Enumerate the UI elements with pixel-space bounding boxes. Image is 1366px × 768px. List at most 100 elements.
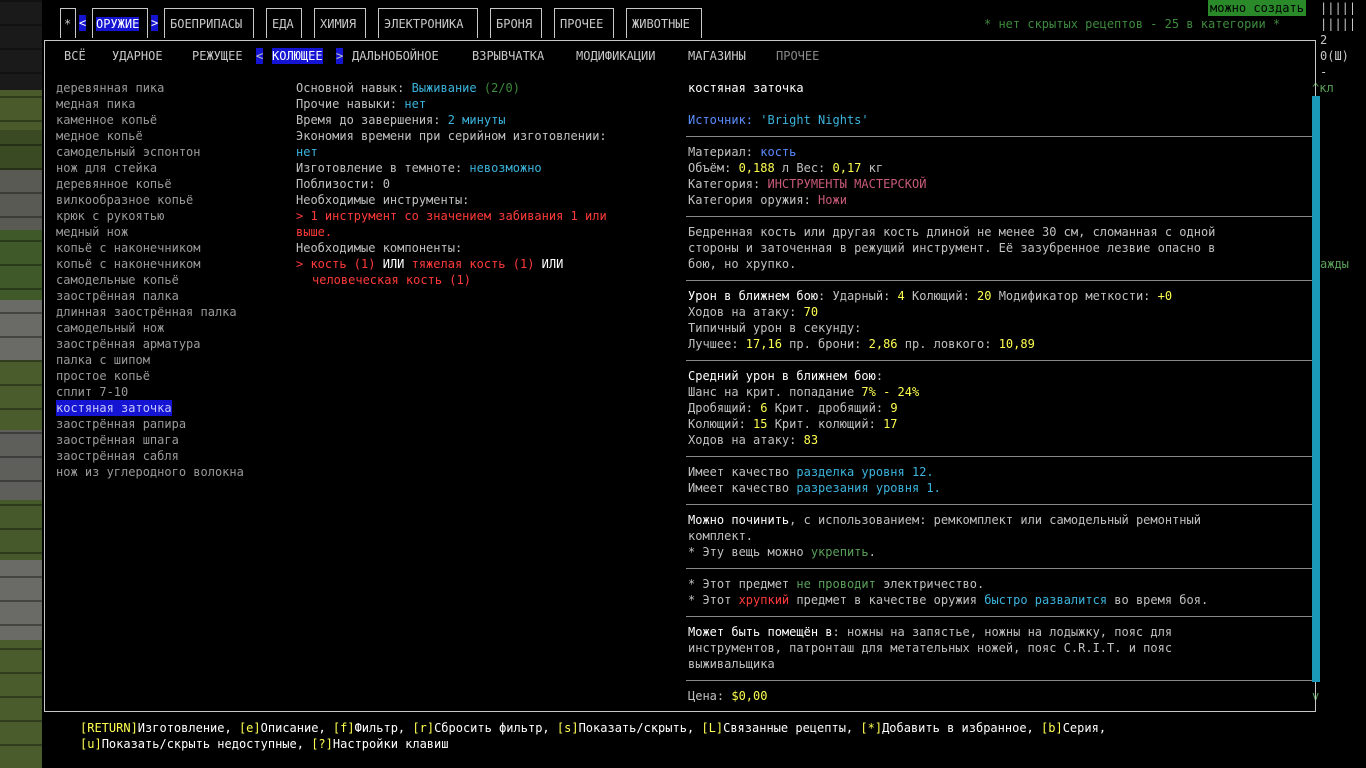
subtab-other[interactable]: ПРОЧЕЕ [776,48,819,64]
label: во время боя. [1107,593,1209,607]
recipe-list-item[interactable]: заострённая шпага [56,432,244,448]
tab-electronics[interactable]: ЭЛЕКТРОНИКА [378,8,478,38]
subtab-mods[interactable]: МОДИФИКАЦИИ [576,48,655,64]
key-hints-line: [RETURN]Изготовление, [e]Описание, [f]Фи… [80,720,1106,736]
recipe-list-item[interactable]: палка с шипом [56,352,244,368]
recipe-list-item[interactable]: крюк с рукоятью [56,208,244,224]
tab-food[interactable]: ЕДА [266,8,302,38]
hotkey[interactable]: [RETURN] [80,721,138,735]
tab-other[interactable]: ПРОЧЕЕ [554,8,614,38]
recipe-name: самодельный нож [56,321,165,335]
recipe-list-item[interactable]: нож для стейка [56,160,244,176]
hotkey[interactable]: [b] [1041,721,1063,735]
hotkey[interactable]: [f] [333,721,355,735]
hotkey[interactable]: [e] [239,721,261,735]
pierce-value: 15 [753,417,768,431]
tab-ammo[interactable]: БОЕПРИПАСЫ [164,8,254,38]
recipe-list-item[interactable]: медный нож [56,224,244,240]
batch-value-row: нет [296,144,656,160]
recipe-list-item[interactable]: самодельный нож [56,320,244,336]
holster-row-cont: инструментов, патронташ для метательных … [688,641,1173,655]
tab-chemistry[interactable]: ХИМИЯ [314,8,366,38]
label: кг [861,161,884,175]
material-row: Материал: кость [688,144,1312,160]
pierce-row: Колющий: 15 Крит. колющий: 17 [688,416,1312,432]
recipe-list-item[interactable]: заострённая рапира [56,416,244,432]
recipe-list-item[interactable]: деревянное копьё [56,176,244,192]
quality-value: разрезания уровня 1 [796,481,934,495]
nearby-row: Поблизости: 0 [296,176,656,192]
hotkey[interactable]: [s] [557,721,579,735]
label: Экономия времени при серийном изготовлен… [296,129,607,143]
recipe-list-item[interactable]: медное копьё [56,128,244,144]
recipe-list-item[interactable]: каменное копьё [56,112,244,128]
recipe-list-item[interactable]: заострённая сабля [56,448,244,464]
recipe-list-item[interactable]: вилкообразное копьё [56,192,244,208]
subtab-scroll-left[interactable]: < [256,48,264,64]
tab-label: ХИМИЯ [320,17,357,31]
info-scrollbar[interactable] [1312,96,1320,682]
divider [686,360,1312,361]
label: . [933,481,941,495]
tab-favorites[interactable]: * [60,8,76,38]
time-row: Время до завершения: 2 минуты [296,112,656,128]
recipe-list-item[interactable]: простое копьё [56,368,244,384]
primary-skill: Выживание [411,81,477,95]
recipe-list-item[interactable]: самодельные копьё [56,272,244,288]
recipe-list-item[interactable]: нож из углеродного волокна [56,464,244,480]
recipe-list-item[interactable]: копьё с наконечником [56,256,244,272]
subtab-bash[interactable]: УДАРНОЕ [112,48,163,64]
source-value: 'Bright Nights' [760,113,869,127]
recipe-requirements: Основной навык: Выживание (2/0) Прочие н… [296,80,656,288]
hotkey[interactable]: [r] [412,721,434,735]
holster-row: Может быть помещён в: ножны на запястье,… [688,624,1312,640]
hotkey-action: Серия, [1062,721,1107,735]
hotkey[interactable]: [L] [701,721,723,735]
hotkey-action: Изготовление, [137,721,239,735]
hotkey[interactable]: [u] [80,737,102,751]
recipe-list-item[interactable]: медная пика [56,96,244,112]
reinforce-value: укрепить [810,545,869,559]
subtab-explosives[interactable]: ВЗРЫВЧАТКА [472,48,544,64]
tab-animals[interactable]: ЖИВОТНЫЕ [626,8,702,38]
accuracy-value: +0 [1157,289,1173,303]
subtab-magazines[interactable]: МАГАЗИНЫ [688,48,746,64]
subtab-stab[interactable]: КОЛЮЩЕЕ [272,48,323,64]
hotkey[interactable]: [*] [860,721,882,735]
tab-weapons[interactable]: ОРУЖИЕ [92,8,148,38]
recipe-list-item[interactable]: копьё с наконечником [56,240,244,256]
label: Лучшее: [688,337,746,351]
recipe-list-item[interactable]: деревянная пика [56,80,244,96]
label: Категория: [688,177,768,191]
weapon-category-value: Ножи [818,193,847,207]
subtab-cut[interactable]: РЕЖУЩЕЕ [192,48,243,64]
recipe-name: сплит 7-10 [56,385,129,399]
tab-scroll-right[interactable]: > [151,15,159,31]
recipe-list-item[interactable]: длинная заострённая палка [56,304,244,320]
subtab-scroll-right[interactable]: > [336,48,344,64]
recipe-list-item[interactable]: костяная заточка [56,400,244,416]
component-row-cont: человеческая кость (1) [296,272,656,288]
side-dash: - [1320,65,1328,79]
moves2-value: 83 [803,433,819,447]
recipe-list-item[interactable]: самодельный эспонтон [56,144,244,160]
divider [686,280,1312,281]
recipe-name: заострённая шпага [56,433,179,447]
label: Крит. дробящий: [767,401,891,415]
label: Прочие навыки: [296,97,405,111]
subtab-all[interactable]: ВСЁ [64,48,86,64]
tab-scroll-left[interactable]: < [79,15,87,31]
recipe-name: заострённая палка [56,289,179,303]
recipe-list-item[interactable]: заострённая арматура [56,336,244,352]
label: * Эту вещь можно [688,545,811,559]
subtab-ranged[interactable]: ДАЛЬНОБОЙНОЕ [352,48,439,64]
recipe-list-item[interactable]: заострённая палка [56,288,244,304]
tab-armor[interactable]: БРОНЯ [490,8,542,38]
label: Можно починить [688,513,790,527]
recipe-list-item[interactable]: сплит 7-10 [56,384,244,400]
repair-row: Можно починить, с использованием: ремком… [688,512,1312,528]
tab-label: ОРУЖИЕ [96,17,140,31]
hotkey[interactable]: [?] [311,737,333,751]
label: * Этот предмет [688,577,797,591]
description-line: бою, но хрупко. [688,257,797,271]
